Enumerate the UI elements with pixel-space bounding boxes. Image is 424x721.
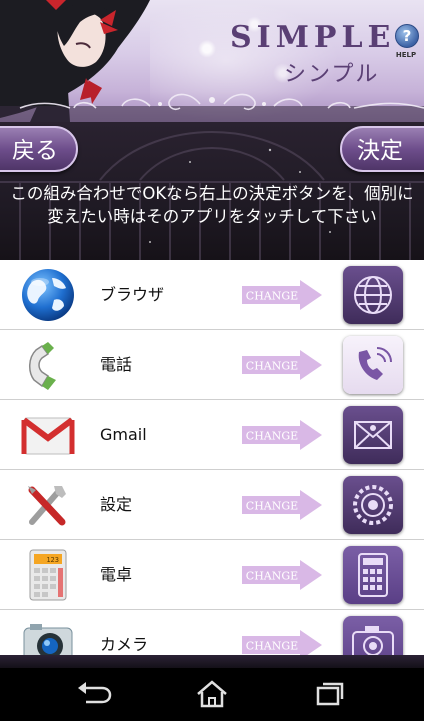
list-item-browser[interactable]: ブラウザ CHANGE <box>0 260 424 330</box>
gmail-icon <box>21 417 75 455</box>
list-item-camera[interactable]: カメラ CHANGE <box>0 610 424 660</box>
app-list: ブラウザ CHANGE 電話 CHANGE Gmail CHANGE 設定 CH… <box>0 260 424 660</box>
gear-theme-icon <box>353 485 393 525</box>
target-icon-button[interactable] <box>343 406 403 464</box>
settings-tools-icon <box>28 486 66 526</box>
mail-theme-icon <box>354 421 392 449</box>
app-label: カメラ <box>100 635 149 654</box>
list-item-calculator[interactable]: 123 電卓 CHANGE <box>0 540 424 610</box>
app-label: 設定 <box>100 495 133 514</box>
phone-icon <box>29 342 56 390</box>
change-arrow-icon: CHANGE <box>242 560 322 590</box>
page-title-ja: シンプル <box>284 62 380 87</box>
change-arrow-icon: CHANGE <box>242 350 322 380</box>
help-button[interactable]: ? HELP <box>393 24 419 64</box>
change-label: CHANGE <box>246 360 298 373</box>
list-item-gmail[interactable]: Gmail CHANGE <box>0 400 424 470</box>
globe-icon <box>22 269 74 321</box>
header: SIMPLE シンプル ? HELP <box>0 0 424 122</box>
camera-theme-icon <box>352 626 394 660</box>
change-label: CHANGE <box>246 290 298 303</box>
calculator-display: 123 <box>46 556 59 564</box>
back-icon[interactable] <box>74 678 114 710</box>
app-label: Gmail <box>100 425 147 444</box>
change-arrow-icon: CHANGE <box>242 490 322 520</box>
phone-theme-icon <box>358 347 392 380</box>
help-label: HELP <box>395 51 417 59</box>
app-label: 電卓 <box>100 565 133 584</box>
calculator-icon: 123 <box>29 549 67 601</box>
back-button[interactable]: 戻る <box>0 126 78 172</box>
target-icon-button[interactable] <box>343 266 403 324</box>
change-label: CHANGE <box>246 430 298 443</box>
list-bottom-fade <box>0 655 424 668</box>
change-label: CHANGE <box>246 570 298 583</box>
navigation-bar <box>0 668 424 721</box>
change-arrow-icon: CHANGE <box>242 420 322 450</box>
change-label: CHANGE <box>246 500 298 513</box>
app-label: 電話 <box>100 355 133 374</box>
calculator-theme-icon <box>358 553 388 597</box>
list-item-phone[interactable]: 電話 CHANGE <box>0 330 424 400</box>
help-icon: ? <box>395 24 419 48</box>
target-icon-button[interactable] <box>343 546 403 604</box>
target-icon-button[interactable] <box>343 336 403 394</box>
change-label: CHANGE <box>246 640 298 653</box>
recent-apps-icon[interactable] <box>310 678 350 710</box>
globe-theme-icon <box>354 276 392 314</box>
list-item-settings[interactable]: 設定 CHANGE <box>0 470 424 540</box>
change-arrow-icon: CHANGE <box>242 280 322 310</box>
app-screen: SIMPLE シンプル ? HELP 戻る 決定 この組み合わせでOKなら右上の… <box>0 0 424 721</box>
banner: 戻る 決定 この組み合わせでOKなら右上の決定ボタンを、個別に変えたい時はそのア… <box>0 122 424 260</box>
header-ornament <box>0 93 424 122</box>
confirm-button[interactable]: 決定 <box>340 126 424 172</box>
home-icon[interactable] <box>192 678 232 710</box>
instruction-text: この組み合わせでOKなら右上の決定ボタンを、個別に変えたい時はそのアプリをタッチ… <box>10 184 414 226</box>
camera-icon <box>23 624 73 660</box>
target-icon-button[interactable] <box>343 476 403 534</box>
target-icon-button[interactable] <box>343 616 403 660</box>
app-label: ブラウザ <box>100 285 165 304</box>
page-title-en: SIMPLE <box>230 20 396 55</box>
